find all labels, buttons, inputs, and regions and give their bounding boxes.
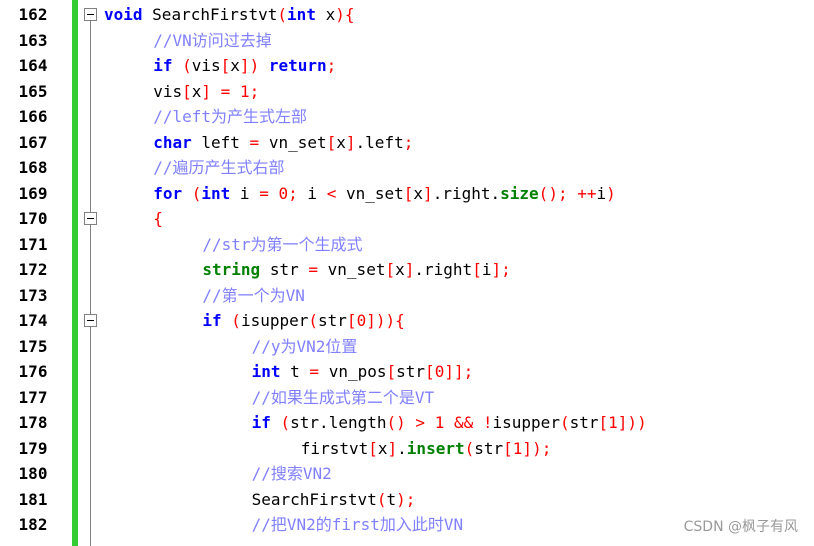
line-number: 180 (18, 464, 48, 483)
code-text: if (str.length() > 1 && !isupper(str[1])… (251, 413, 647, 432)
code-text: for (int i = 0; i < vn_set[x].right.size… (153, 183, 616, 203)
collapse-fold-icon[interactable] (84, 8, 97, 21)
code-text: { (153, 209, 163, 228)
line-number: 173 (18, 285, 48, 305)
code-text: firstvt[x].insert(str[1]); (300, 438, 552, 458)
line-number: 169 (18, 183, 48, 203)
line-number: 168 (18, 158, 48, 177)
code-line[interactable]: 166 //left为产生式左部 (0, 104, 814, 130)
code-line[interactable]: 177 //如果生成式第二个是VT (0, 385, 814, 411)
line-number: 182 (18, 515, 48, 534)
line-number: 174 (18, 311, 48, 330)
code-text: vis[x] = 1; (153, 81, 260, 101)
code-line[interactable]: 176 int t = vn_pos[str[0]]; (0, 359, 814, 385)
line-number: 177 (18, 387, 48, 407)
code-text: //搜索VN2 (251, 464, 332, 483)
code-text: int t = vn_pos[str[0]]; (251, 362, 474, 381)
line-number: 178 (18, 413, 48, 432)
code-line[interactable]: 178 if (str.length() > 1 && !isupper(str[… (0, 410, 814, 436)
code-text: //第一个为VN (202, 285, 305, 305)
line-number: 165 (18, 81, 48, 101)
line-number: 179 (18, 438, 48, 458)
code-text: if (isupper(str[0])){ (202, 311, 405, 330)
line-number: 162 (18, 5, 48, 24)
line-number: 175 (18, 336, 48, 356)
line-number: 176 (18, 362, 48, 381)
code-text: SearchFirstvt(t); (251, 489, 416, 509)
collapse-fold-icon[interactable] (84, 212, 97, 225)
code-line[interactable]: 180 //搜索VN2 (0, 461, 814, 487)
code-text: //y为VN2位置 (251, 336, 358, 356)
code-line[interactable]: 172 string str = vn_set[x].right[i]; (0, 257, 814, 283)
code-line[interactable]: 171 //str为第一个生成式 (0, 232, 814, 258)
line-number: 181 (18, 489, 48, 509)
code-text: if (vis[x]) return; (153, 56, 337, 75)
line-number: 167 (18, 132, 48, 152)
code-line[interactable]: 181 SearchFirstvt(t); (0, 487, 814, 513)
collapse-fold-icon[interactable] (84, 314, 97, 327)
code-text: char left = vn_set[x].left; (153, 132, 414, 152)
code-line[interactable]: 173 //第一个为VN (0, 283, 814, 309)
code-line[interactable]: 175 //y为VN2位置 (0, 334, 814, 360)
line-number: 170 (18, 209, 48, 228)
code-line[interactable]: 162 void SearchFirstvt(int x){ (0, 2, 814, 28)
code-line[interactable]: 169 for (int i = 0; i < vn_set[x].right.s… (0, 181, 814, 207)
watermark: CSDN @枫子有风 (683, 519, 798, 535)
line-number: 166 (18, 107, 48, 126)
code-line[interactable]: 163 //VN访问过去掉 (0, 28, 814, 54)
code-text: //如果生成式第二个是VT (251, 387, 435, 407)
code-text: void SearchFirstvt(int x){ (104, 5, 355, 24)
code-line[interactable]: 167 char left = vn_set[x].left; (0, 130, 814, 156)
line-number: 172 (18, 260, 48, 279)
code-text: //遍历产生式右部 (153, 158, 285, 177)
line-number: 164 (18, 56, 48, 75)
code-text: string str = vn_set[x].right[i]; (202, 260, 511, 279)
code-line[interactable]: 174 if (isupper(str[0])){ (0, 308, 814, 334)
code-line[interactable]: 170 { (0, 206, 814, 232)
code-text: //VN访问过去掉 (153, 30, 272, 50)
line-number: 163 (18, 30, 48, 50)
code-text: //str为第一个生成式 (202, 234, 363, 254)
code-line[interactable]: 165 vis[x] = 1; (0, 79, 814, 105)
code-text: //把VN2的first加入此时VN (251, 515, 464, 534)
code-line[interactable]: 164 if (vis[x]) return; (0, 53, 814, 79)
code-line[interactable]: 179 firstvt[x].insert(str[1]); (0, 436, 814, 462)
code-text: //left为产生式左部 (153, 107, 307, 126)
code-line[interactable]: 168 //遍历产生式右部 (0, 155, 814, 181)
line-number: 171 (18, 234, 48, 254)
